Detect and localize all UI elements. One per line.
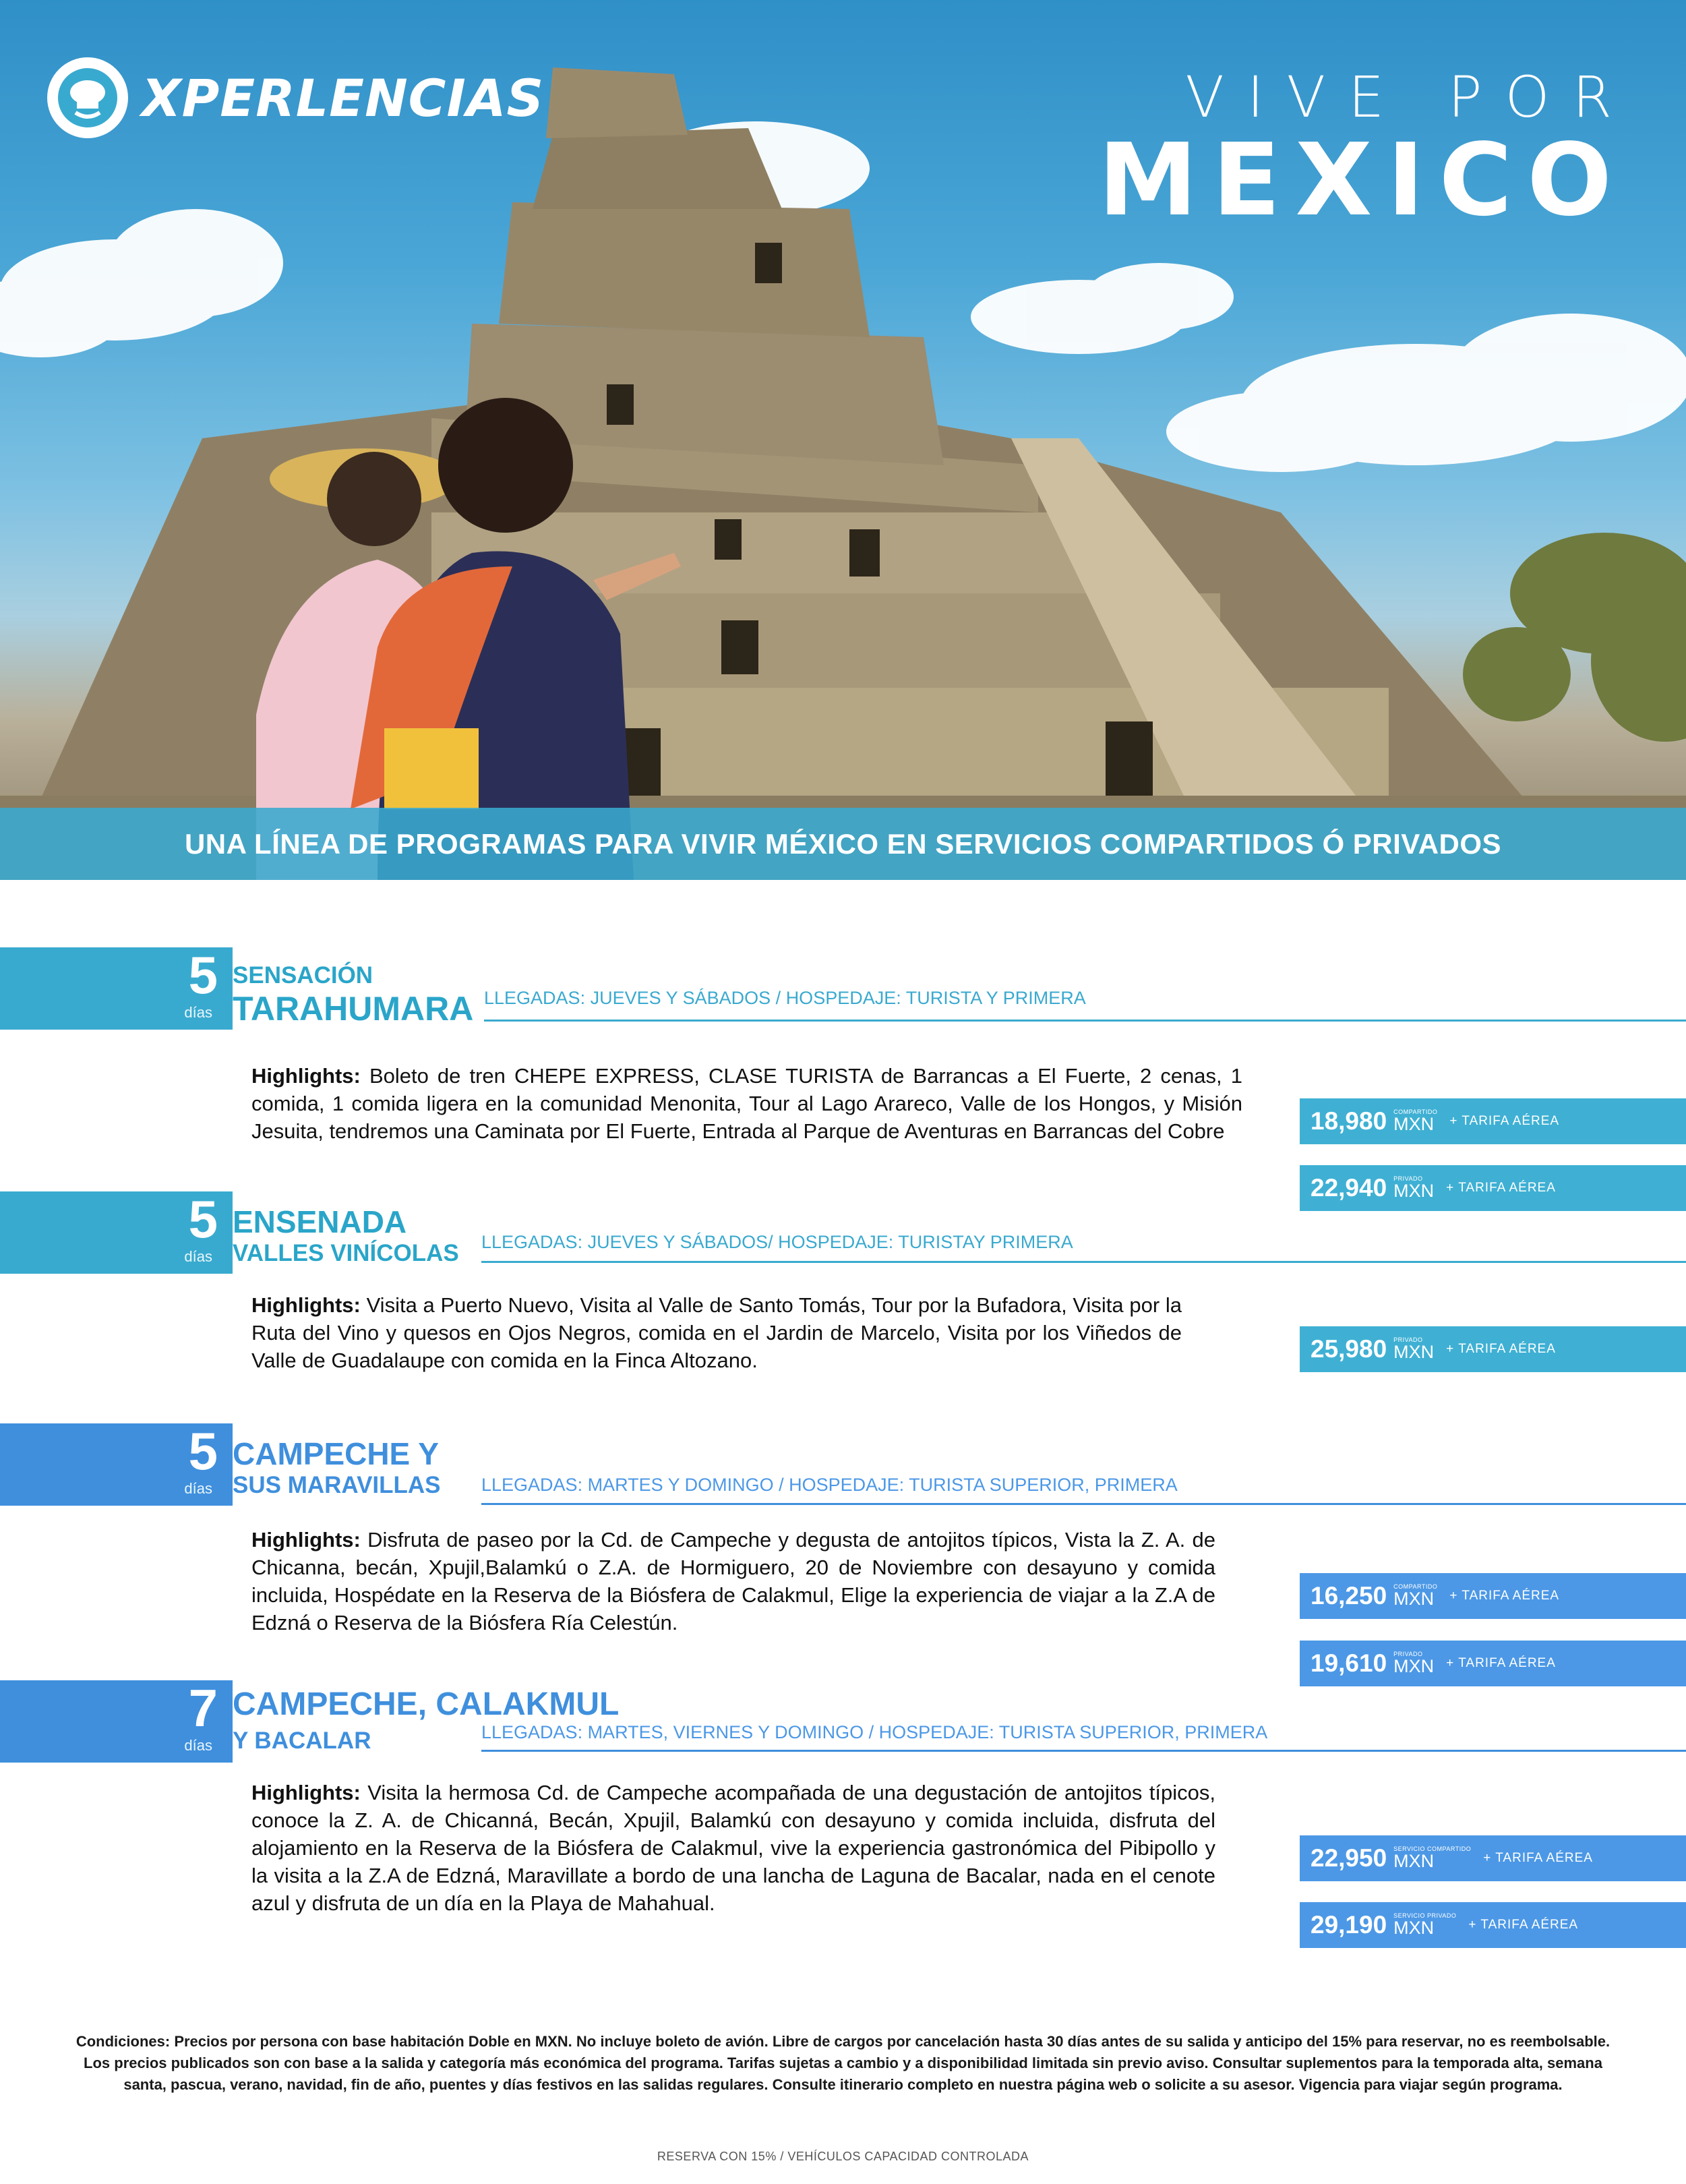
days-badge: 5 días [0,1191,233,1274]
price-currency: MXN [1393,1589,1435,1609]
reserva-note: RESERVA CON 15% / VEHÍCULOS CAPACIDAD CO… [657,2150,1029,2163]
banner: UNA LÍNEA DE PROGRAMAS PARA VIVIR MÉXICO… [0,808,1686,880]
price-currency: MXN [1393,1114,1435,1134]
days-number: 5 [188,1189,218,1249]
days-badge: 7 días [0,1680,233,1763]
highlights-text: Highlights: Visita la hermosa Cd. de Cam… [251,1779,1215,1917]
price-value: 25,980 [1311,1335,1387,1363]
program-title-line2: TARAHUMARA [233,990,474,1028]
program-title-line1: CAMPECHE, CALAKMUL [233,1686,620,1722]
price-value: 22,950 [1311,1844,1387,1872]
days-number: 5 [188,1421,218,1481]
arrivals-info: LLEGADAS: MARTES Y DOMINGO / HOSPEDAJE: … [481,1475,1178,1495]
program-title-line1: CAMPECHE Y [233,1436,439,1471]
price-currency: MXN [1393,1918,1435,1938]
divider-line [484,1020,1686,1022]
arrivals-info: LLEGADAS: JUEVES Y SÁBADOS / HOSPEDAJE: … [484,988,1086,1008]
price-privado: 25,980 PRIVADO MXN + TARIFA AÉREA [1300,1326,1686,1372]
program-title-line2: Y BACALAR [233,1728,371,1754]
conditions-label: Condiciones: [76,2033,171,2050]
highlights-body: Boleto de tren CHEPE EXPRESS, CLASE TURI… [251,1064,1242,1143]
price-tarifa: + TARIFA AÉREA [1483,1851,1593,1865]
arrivals-info: LLEGADAS: JUEVES Y SÁBADOS/ HOSPEDAJE: T… [481,1232,1073,1252]
chef-hat-icon [47,57,128,138]
program-title-line2: SUS MARAVILLAS [233,1472,441,1498]
program-title-line1: SENSACIÓN [233,962,373,988]
price-value: 29,190 [1311,1911,1387,1939]
conditions-body: Precios por persona con base habitación … [84,2033,1610,2093]
days-number: 7 [188,1678,218,1738]
price-tarifa: + TARIFA AÉREA [1468,1918,1579,1932]
highlights-body: Disfruta de paseo por la Cd. de Campeche… [251,1528,1215,1634]
price-compartido: 22,950 SERVICIO COMPARTIDO MXN + TARIFA A… [1300,1835,1686,1881]
price-tarifa: + TARIFA AÉREA [1446,1656,1556,1670]
highlights-text: Highlights: Visita a Puerto Nuevo, Visit… [251,1291,1182,1374]
program-title-line1: ENSENADA [233,1204,407,1239]
price-privado: 29,190 SERVICIO PRIVADO MXN + TARIFA AÉRE… [1300,1902,1686,1948]
price-currency: MXN [1393,1181,1435,1201]
tagline-main: MEXICO [1098,122,1627,238]
days-label: días [184,1480,212,1497]
price-value: 22,940 [1311,1174,1387,1202]
price-value: 16,250 [1311,1582,1387,1610]
days-badge: 5 días [0,947,233,1030]
highlights-label: Highlights: [251,1528,361,1552]
days-label: días [184,1248,212,1265]
price-privado: 22,940 PRIVADO MXN + TARIFA AÉREA [1300,1165,1686,1211]
divider-line [481,1503,1686,1505]
price-privado: 19,610 PRIVADO MXN + TARIFA AÉREA [1300,1641,1686,1686]
price-currency: MXN [1393,1656,1435,1676]
highlights-body: Visita la hermosa Cd. de Campeche acompa… [251,1781,1215,1915]
program-title-line2: VALLES VINÍCOLAS [233,1240,459,1266]
logo-text: XPERLENCIAS [142,67,545,128]
conditions-text: Condiciones: Precios por persona con bas… [64,2031,1622,2096]
price-value: 19,610 [1311,1649,1387,1677]
price-tarifa: + TARIFA AÉREA [1446,1181,1556,1195]
divider-line [481,1750,1686,1752]
price-tarifa: + TARIFA AÉREA [1446,1342,1556,1356]
days-label: días [184,1004,212,1021]
price-compartido: 16,250 COMPARTIDO MXN + TARIFA AÉREA [1300,1573,1686,1619]
price-value: 18,980 [1311,1107,1387,1135]
divider-line [481,1261,1686,1263]
highlights-text: Highlights: Boleto de tren CHEPE EXPRESS… [251,1062,1242,1145]
price-tarifa: + TARIFA AÉREA [1449,1114,1560,1128]
days-label: días [184,1737,212,1754]
highlights-label: Highlights: [251,1293,361,1317]
price-currency: MXN [1393,1851,1435,1871]
highlights-label: Highlights: [251,1781,361,1804]
highlights-body: Visita a Puerto Nuevo, Visita al Valle d… [251,1293,1182,1372]
days-badge: 5 días [0,1423,233,1506]
price-tarifa: + TARIFA AÉREA [1449,1589,1560,1603]
highlights-text: Highlights: Disfruta de paseo por la Cd.… [251,1526,1215,1636]
highlights-label: Highlights: [251,1064,361,1088]
hero-image: XPERLENCIAS VIVE POR MEXICO UNA LÍNEA DE… [0,0,1686,880]
vive-por-mexico-title: VIVE POR MEXICO [1098,64,1612,230]
brand-logo: XPERLENCIAS [47,57,544,138]
days-number: 5 [188,945,218,1005]
arrivals-info: LLEGADAS: MARTES, VIERNES Y DOMINGO / HO… [481,1722,1268,1742]
price-currency: MXN [1393,1342,1435,1362]
price-compartido: 18,980 COMPARTIDO MXN + TARIFA AÉREA [1300,1098,1686,1144]
tagline-top: VIVE POR [1185,64,1635,130]
